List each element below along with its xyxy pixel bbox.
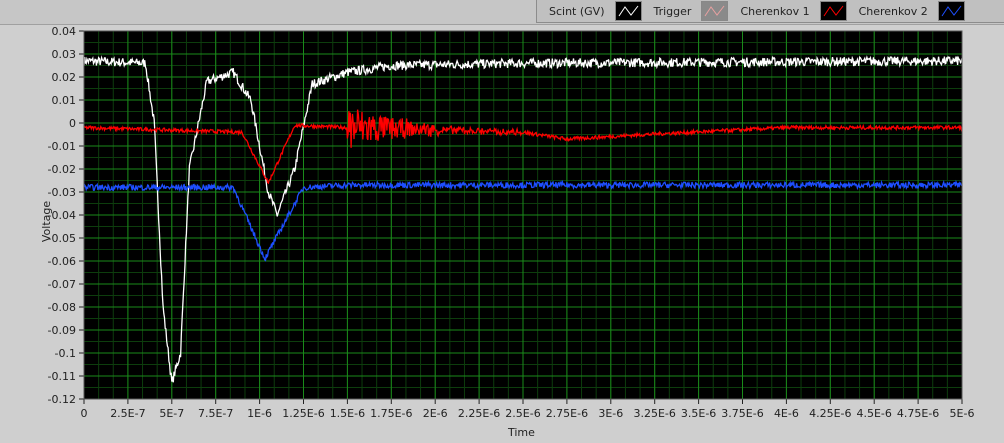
y-tick-label: 0.01 [52, 94, 77, 107]
y-tick-label: -0.01 [48, 140, 76, 153]
x-tick-label: 1E-6 [247, 407, 272, 420]
y-tick-label: -0.07 [48, 278, 76, 291]
x-tick-label: 4E-6 [774, 407, 799, 420]
y-tick-label: -0.11 [48, 370, 76, 383]
y-tick-label: -0.06 [48, 255, 76, 268]
x-tick-label: 1.25E-6 [282, 407, 324, 420]
x-tick-label: 7.5E-7 [198, 407, 233, 420]
x-tick-label: 3E-6 [598, 407, 623, 420]
x-tick-label: 2.75E-6 [546, 407, 588, 420]
x-tick-label: 0 [81, 407, 88, 420]
y-tick-label: 0 [69, 117, 76, 130]
x-tick-label: 2.25E-6 [458, 407, 500, 420]
y-tick-label: 0.03 [52, 48, 77, 61]
x-tick-label: 1.5E-6 [330, 407, 365, 420]
x-tick-label: 1.75E-6 [370, 407, 412, 420]
y-tick-label: -0.08 [48, 301, 76, 314]
y-tick-label: -0.02 [48, 163, 76, 176]
x-tick-label: 3.5E-6 [681, 407, 716, 420]
x-axis-label: Time [508, 426, 535, 439]
y-tick-label: 0.04 [52, 25, 77, 38]
x-tick-label: 5E-7 [159, 407, 184, 420]
x-tick-label: 4.5E-6 [856, 407, 891, 420]
x-tick-label: 4.25E-6 [809, 407, 851, 420]
y-tick-label: -0.1 [55, 347, 76, 360]
y-tick-label: -0.09 [48, 324, 76, 337]
x-tick-label: 4.75E-6 [897, 407, 939, 420]
x-tick-label: 2.5E-7 [110, 407, 145, 420]
x-tick-label: 3.25E-6 [633, 407, 675, 420]
x-tick-label: 2.5E-6 [505, 407, 540, 420]
x-tick-label: 2E-6 [423, 407, 448, 420]
y-tick-label: -0.12 [48, 393, 76, 406]
x-tick-label: 5E-6 [950, 407, 975, 420]
waveform-chart[interactable]: 0 2.5E-7 5E-7 7.5E-7 1E-6 1.25E-6 1.5E-6 1.75E-… [0, 0, 1004, 442]
y-tick-label: 0.02 [52, 71, 77, 84]
y-axis-label: Voltage [40, 200, 54, 243]
y-tick-label: -0.03 [48, 186, 76, 199]
x-tick-label: 3.75E-6 [721, 407, 763, 420]
